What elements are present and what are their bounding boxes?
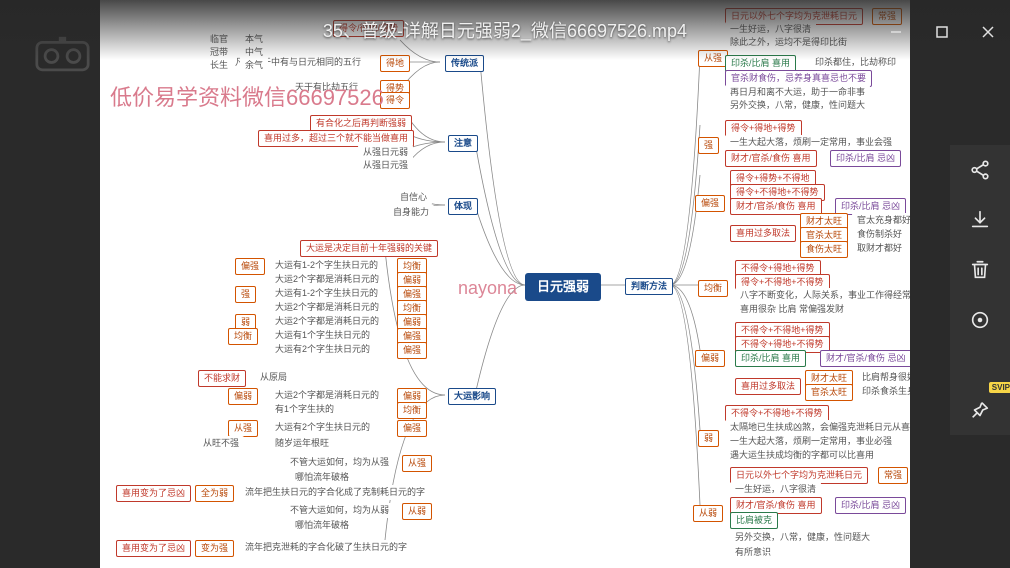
hub-dayun: 大运影响 <box>448 388 496 405</box>
r-cr-4: 另外交换，八常，健康，性问题大 <box>730 530 875 545</box>
r-pr-s0r: 比肩帮身很好 <box>857 370 910 385</box>
dy-b4b-head: 哪怕流年破格 <box>290 518 354 533</box>
pin-icon <box>969 399 991 421</box>
dy-g2-tag: 强 <box>235 286 256 303</box>
dy-g6-res: 偏强 <box>397 342 427 359</box>
r-pq-s0r: 官太充身都好 <box>852 213 910 228</box>
r-jh-3: 喜用很杂 比肩 常偏强发财 <box>735 302 849 317</box>
r-q-2r: 印杀/比肩 忌凶 <box>830 150 901 167</box>
share-button[interactable] <box>950 145 1010 195</box>
pin-button[interactable]: SVIP <box>950 385 1010 435</box>
dy-g3-l: 大运2个字都是消耗日元的 <box>270 300 384 315</box>
dy-b3-head: 不管大运如何，均为从弱 <box>285 503 394 518</box>
dy-g7-l: 从原局 <box>255 370 292 385</box>
trad-sub-2v: 余气 <box>240 58 268 73</box>
dy-b1-tag: 从强 <box>402 455 432 472</box>
r-jh-tag: 均衡 <box>698 280 728 297</box>
dy-b5-tag: 变为强 <box>195 540 234 557</box>
attn-3: 从强日元强 <box>358 158 413 173</box>
dy-g9-res: 均衡 <box>397 402 427 419</box>
dy-b3-tag: 从弱 <box>402 503 432 520</box>
r-pr-sh: 喜用过多取法 <box>735 378 801 395</box>
trad-sub-2k: 长生 <box>205 58 233 73</box>
dy-g8-tag: 偏弱 <box>228 388 258 405</box>
trad-item-2: 得令 <box>380 92 410 109</box>
dy-b2-head: 流年把生扶日元的字合化成了克制耗日元的字 <box>240 485 430 500</box>
dy-g6-l: 大运有2个字生扶日元的 <box>270 342 375 357</box>
method-hub: 判断方法 <box>625 278 673 295</box>
tix-1: 自身能力 <box>388 205 434 220</box>
dy-b5-pre: 喜用变为了忌凶 <box>116 540 191 557</box>
dy-g4-l: 大运2个字都是消耗日元的 <box>270 314 384 329</box>
dy-g0-l: 大运有1-2个字生扶日元的 <box>270 258 383 273</box>
maximize-button[interactable] <box>930 20 954 44</box>
r-pq-s2r: 取财才都好 <box>852 241 907 256</box>
tix-0: 自信心 <box>395 190 432 205</box>
dy-g5-l: 大运有1个字生扶日元的 <box>270 328 375 343</box>
dy-g10-tag: 从强 <box>228 420 258 437</box>
target-button[interactable] <box>950 295 1010 345</box>
r-cq-6: 另外交换，八常，健康，性问题大 <box>725 98 870 113</box>
download-icon <box>969 209 991 231</box>
share-icon <box>969 159 991 181</box>
center-node: 日元强弱 <box>525 273 601 301</box>
dy-b2-tag: 全为弱 <box>195 485 234 502</box>
dy-g10-l: 大运有2个字生扶日元的 <box>270 420 375 435</box>
dy-g8-l: 大运2个字都是消耗日元的 <box>270 388 384 403</box>
r-cr-1: 一生好运，八字很清 <box>730 482 821 497</box>
dy-g1-l: 大运2个字都是消耗日元的 <box>270 272 384 287</box>
watermark-center: nayona <box>458 278 517 299</box>
download-button[interactable] <box>950 195 1010 245</box>
r-r-tag: 弱 <box>698 430 719 447</box>
dy-b1-head: 不管大运如何，均为从强 <box>285 455 394 470</box>
r-q-2: 财才/官杀/食伤 喜用 <box>725 150 817 167</box>
r-jh-2: 八字不断变化，人际关系，事业工作得经常变 <box>735 288 910 303</box>
r-r-2: 一生大起大落，烦刷一定常用，事业必强 <box>725 434 897 449</box>
dy-g11-tag: 从旺不强 <box>198 436 244 451</box>
hub-tixian: 体现 <box>448 198 478 215</box>
dy-g9-l: 有1个字生扶的 <box>270 402 339 417</box>
close-button[interactable] <box>976 20 1000 44</box>
r-cr-5: 有所意识 <box>730 545 776 560</box>
r-pr-2r: 财才/官杀/食伤 忌凶 <box>820 350 910 367</box>
r-pr-s1r: 印杀食杀生身 <box>857 384 910 399</box>
r-q-tag: 强 <box>698 137 719 154</box>
r-cr-3: 比肩被克 <box>730 512 778 529</box>
title-bar: 35、普级-详解日元强弱2_微信66697526.mp4 <box>0 0 1010 60</box>
r-cr-tag: 从弱 <box>693 505 723 522</box>
target-icon <box>969 309 991 331</box>
window-controls <box>884 20 1000 44</box>
trash-icon <box>969 259 991 281</box>
side-toolbar: SVIP <box>950 145 1010 435</box>
r-pq-s2: 食伤太旺 <box>800 241 848 258</box>
dy-b2-pre: 喜用变为了忌凶 <box>116 485 191 502</box>
dy-b5-head: 流年把克泄耗的字合化破了生扶日元的字 <box>240 540 412 555</box>
dy-g0-tag: 偏强 <box>235 258 265 275</box>
r-pr-2: 印杀/比肩 喜用 <box>735 350 806 367</box>
r-pq-sh: 喜用过多取法 <box>730 225 796 242</box>
r-cr-0r: 常强 <box>878 467 908 484</box>
r-pr-s1: 官杀太旺 <box>805 384 853 401</box>
dy-g10-res: 偏强 <box>397 420 427 437</box>
dy-g2-l: 大运有1-2个字生扶日元的 <box>270 286 383 301</box>
dy-g7-tag: 不能求财 <box>198 370 246 387</box>
dy-b4-head: 哪怕流年破格 <box>290 470 354 485</box>
svip-badge: SVIP <box>989 382 1010 393</box>
r-q-1: 一生大起大落，烦刷一定常用，事业会强 <box>725 135 897 150</box>
dy-g5-tag: 均衡 <box>228 328 258 345</box>
dayun-title: 大运是决定目前十年强弱的关键 <box>300 240 438 257</box>
r-r-1: 太隔地已生扶成凶煞，会偏强克泄耗日元从喜 <box>725 420 910 435</box>
minimize-button[interactable] <box>884 20 908 44</box>
video-content: 低价易学资料微信66697526 nayona <box>100 0 910 568</box>
hub-attention: 注意 <box>448 135 478 152</box>
r-cr-2r: 印杀/比肩 忌凶 <box>835 497 906 514</box>
r-r-3: 遇大运生扶成均衡的字都可以比喜用 <box>725 448 879 463</box>
watermark-left: 低价易学资料微信66697526 <box>110 80 384 112</box>
video-title: 35、普级-详解日元强弱2_微信66697526.mp4 <box>323 17 687 43</box>
dy-g11-l: 随岁运年根旺 <box>270 436 334 451</box>
r-pq-s1r: 食伤制杀好 <box>852 227 907 242</box>
r-pq-tag: 偏强 <box>695 195 725 212</box>
delete-button[interactable] <box>950 245 1010 295</box>
r-pr-tag: 偏弱 <box>695 350 725 367</box>
